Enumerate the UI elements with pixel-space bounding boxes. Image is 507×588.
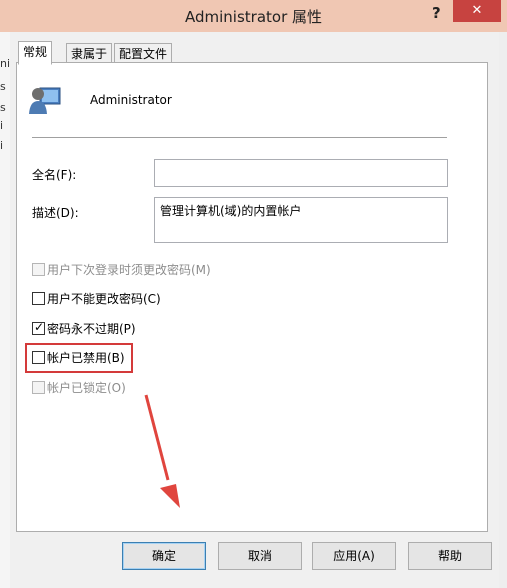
tab-general[interactable]: 常规 [18, 41, 53, 65]
ok-button[interactable]: 确定 [122, 542, 206, 570]
help-button[interactable]: 帮助 [408, 542, 492, 570]
annotation-arrow-icon [144, 394, 180, 508]
cancel-button[interactable]: 取消 [218, 542, 302, 570]
apply-button[interactable]: 应用(A) [312, 542, 396, 570]
